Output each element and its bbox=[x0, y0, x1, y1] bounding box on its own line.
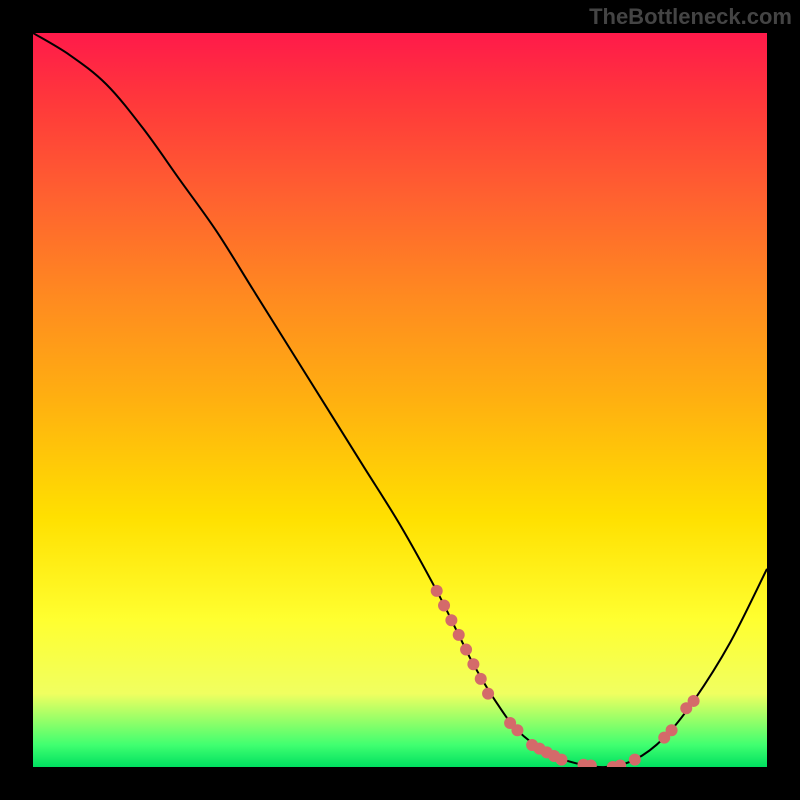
data-marker bbox=[467, 658, 479, 670]
data-marker bbox=[445, 614, 457, 626]
chart-overlay bbox=[33, 33, 767, 767]
plot-area bbox=[33, 33, 767, 767]
data-marker bbox=[511, 724, 523, 736]
data-marker bbox=[688, 695, 700, 707]
data-marker bbox=[460, 644, 472, 656]
data-marker bbox=[431, 585, 443, 597]
data-marker bbox=[555, 754, 567, 766]
data-marker bbox=[438, 600, 450, 612]
data-marker bbox=[482, 688, 494, 700]
data-marker bbox=[666, 724, 678, 736]
data-markers bbox=[431, 585, 700, 767]
data-marker bbox=[475, 673, 487, 685]
data-marker bbox=[614, 760, 626, 767]
watermark-text: TheBottleneck.com bbox=[589, 4, 792, 30]
bottleneck-curve bbox=[33, 33, 767, 767]
data-marker bbox=[629, 754, 641, 766]
data-marker bbox=[453, 629, 465, 641]
